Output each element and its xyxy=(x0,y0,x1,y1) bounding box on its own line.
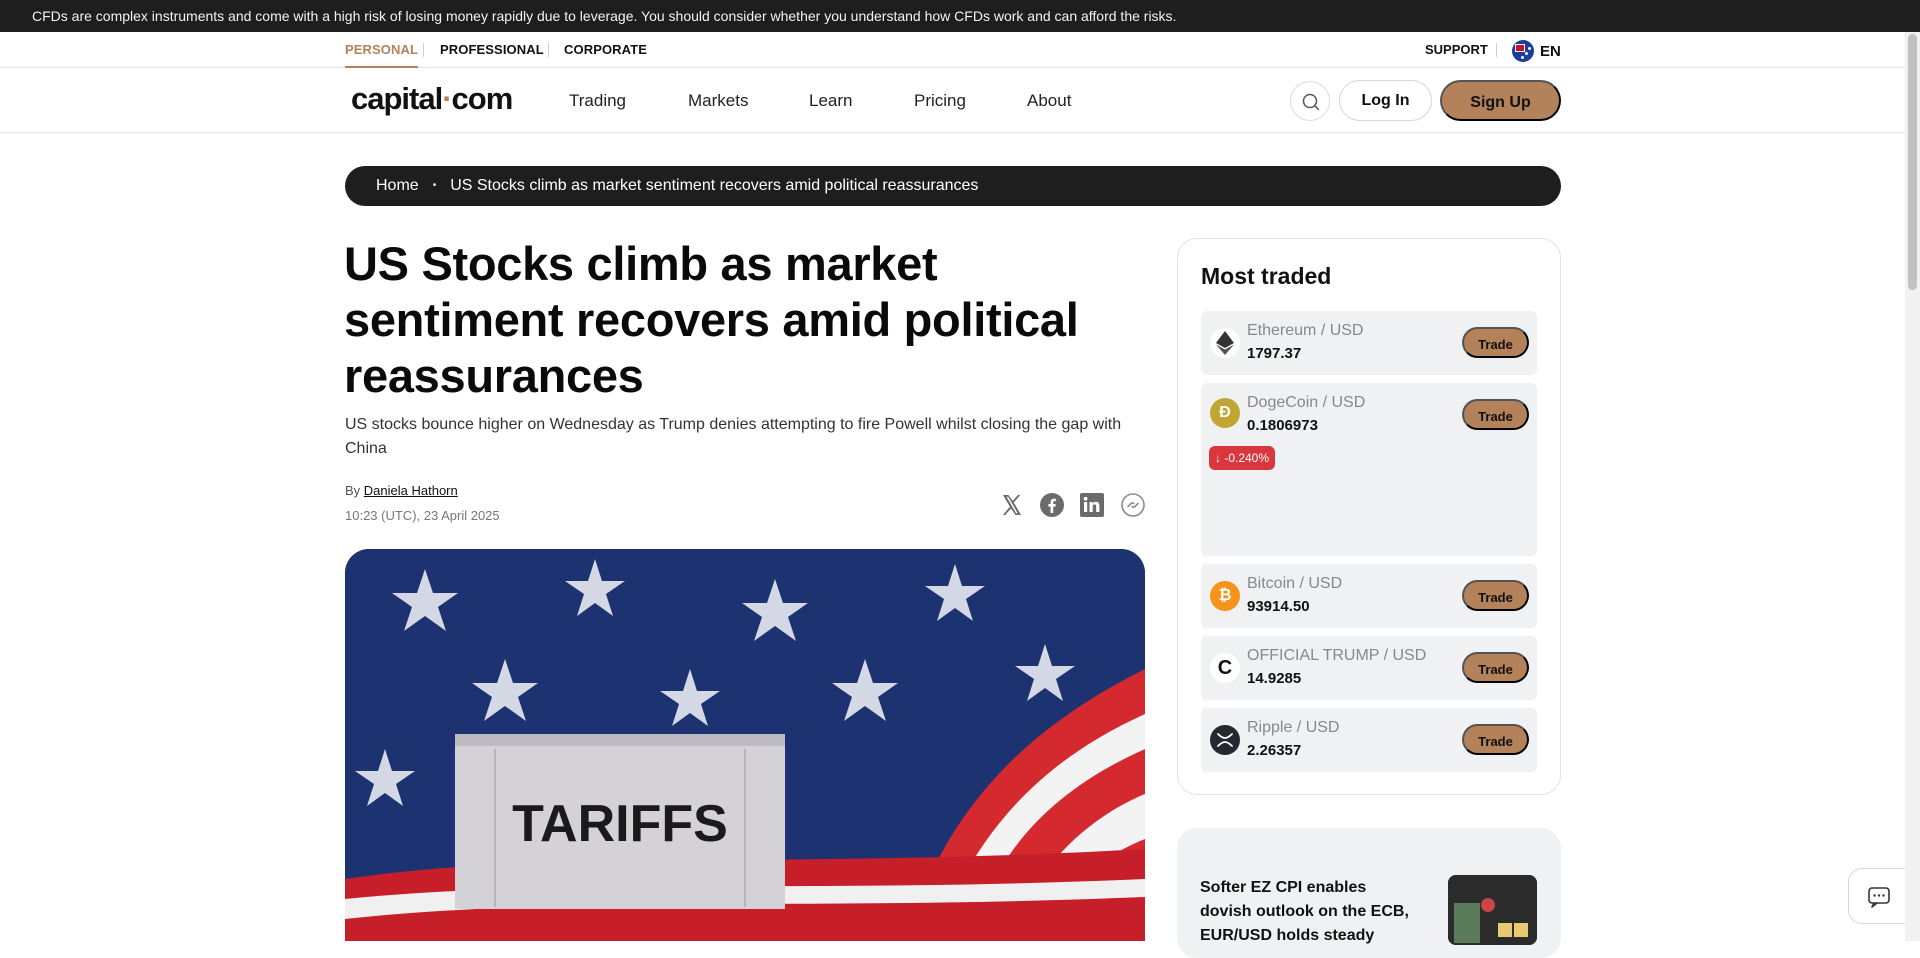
asset-price: 93914.50 xyxy=(1247,598,1310,615)
most-traded-title: Most traded xyxy=(1201,263,1332,289)
nav-pricing[interactable]: Pricing xyxy=(914,68,966,133)
asset-row-ripple[interactable]: Ripple / USD 2.26357 Trade xyxy=(1201,708,1537,772)
logo-dot: · xyxy=(442,81,452,116)
asset-name: OFFICIAL TRUMP / USD xyxy=(1247,647,1427,664)
breadcrumb-home[interactable]: Home xyxy=(376,166,419,206)
asset-name: DogeCoin / USD xyxy=(1247,394,1366,411)
asset-price: 2.26357 xyxy=(1247,742,1302,759)
linkedin-icon xyxy=(1080,493,1104,517)
article-title: US Stocks climb as market sentiment reco… xyxy=(344,237,1079,402)
article-byline: By Daniela Hathorn xyxy=(345,483,458,498)
logo-part2: com xyxy=(451,81,514,116)
asset-price: 0.1806973 xyxy=(1247,417,1318,434)
byline-prefix: By xyxy=(345,483,361,498)
share-link-button[interactable] xyxy=(1120,492,1146,518)
breadcrumb-separator: • xyxy=(432,180,437,191)
signup-button[interactable]: Sign Up xyxy=(1440,80,1561,121)
trade-button[interactable]: Trade xyxy=(1462,399,1529,430)
article-date: 10:23 (UTC), 23 April 2025 xyxy=(345,508,500,523)
most-traded-panel: Most traded Ethereum / USD 1797.37 Trade… xyxy=(1177,238,1561,795)
segment-corporate[interactable]: CORPORATE xyxy=(564,32,647,68)
page-scrollbar[interactable] xyxy=(1905,32,1920,941)
tariffs-flag-illustration: TARIFFS xyxy=(345,549,1145,941)
chat-icon xyxy=(1868,887,1890,908)
trade-button[interactable]: Trade xyxy=(1462,327,1529,358)
breadcrumb-current: US Stocks climb as market sentiment reco… xyxy=(450,177,979,194)
nav-trading[interactable]: Trading xyxy=(569,68,626,133)
scrollbar-thumb[interactable] xyxy=(1908,34,1917,290)
language-selector[interactable]: EN xyxy=(1512,40,1561,62)
nav-about[interactable]: About xyxy=(1027,68,1071,133)
trade-button[interactable]: Trade xyxy=(1462,580,1529,611)
hero-tariffs-text: TARIFFS xyxy=(512,795,728,853)
trade-button[interactable]: Trade xyxy=(1462,652,1529,683)
search-button[interactable] xyxy=(1290,81,1330,121)
x-icon xyxy=(1002,495,1021,515)
facebook-icon xyxy=(1040,493,1064,517)
asset-name: Ripple / USD xyxy=(1247,719,1340,736)
asset-row-ethereum[interactable]: Ethereum / USD 1797.37 Trade xyxy=(1201,311,1537,375)
article-subtitle: US stocks bounce higher on Wednesday as … xyxy=(345,416,1122,457)
trump-coin-icon: C xyxy=(1210,653,1240,683)
price-change-badge: ↓ -0.240% xyxy=(1209,446,1276,470)
ethereum-icon xyxy=(1210,328,1240,358)
capital-com-logo[interactable]: capital·com xyxy=(351,81,514,117)
nav-learn[interactable]: Learn xyxy=(809,68,852,133)
author-link[interactable]: Daniela Hathorn xyxy=(364,483,458,498)
logo-part1: capital xyxy=(351,81,443,116)
asset-name: Ethereum / USD xyxy=(1247,322,1364,339)
dogecoin-icon: Ð xyxy=(1210,398,1240,428)
segment-professional[interactable]: PROFESSIONAL xyxy=(440,32,544,68)
segment-personal[interactable]: PERSONAL xyxy=(345,32,419,68)
support-link[interactable]: SUPPORT xyxy=(1425,32,1488,68)
segment-divider xyxy=(548,43,549,57)
ripple-icon xyxy=(1210,725,1240,755)
asset-price: 1797.37 xyxy=(1247,345,1302,362)
asset-row-dogecoin[interactable]: Ð DogeCoin / USD 0.1806973 Trade ↓ -0.24… xyxy=(1201,383,1537,556)
share-linkedin-button[interactable] xyxy=(1079,492,1105,518)
chat-support-button[interactable] xyxy=(1848,868,1908,924)
main-navigation: capital·com Trading Markets Learn Pricin… xyxy=(0,68,1905,133)
risk-warning-text: CFDs are complex instruments and come wi… xyxy=(32,8,1177,24)
bitcoin-icon: ₿ xyxy=(1210,581,1240,611)
login-button[interactable]: Log In xyxy=(1339,80,1432,121)
article-hero-image: TARIFFS xyxy=(345,549,1145,941)
segment-divider xyxy=(423,43,424,57)
news-headline[interactable]: Softer EZ CPI enables dovish outlook on … xyxy=(1200,876,1410,948)
news-thumbnail xyxy=(1448,875,1537,945)
breadcrumb: Home • US Stocks climb as market sentime… xyxy=(345,166,1561,206)
search-icon xyxy=(1302,93,1320,111)
asset-price: 14.9285 xyxy=(1247,670,1302,687)
copy-link-icon xyxy=(1121,493,1145,517)
share-facebook-button[interactable] xyxy=(1039,492,1065,518)
segment-bar: PERSONAL PROFESSIONAL CORPORATE SUPPORT … xyxy=(0,32,1905,68)
asset-name: Bitcoin / USD xyxy=(1247,575,1343,592)
support-divider xyxy=(1496,43,1497,57)
asset-row-bitcoin[interactable]: ₿ Bitcoin / USD 93914.50 Trade xyxy=(1201,564,1537,628)
australia-flag-icon xyxy=(1512,40,1534,62)
share-x-button[interactable] xyxy=(999,492,1025,518)
nav-markets[interactable]: Markets xyxy=(688,68,748,133)
asset-row-official-trump[interactable]: C OFFICIAL TRUMP / USD 14.9285 Trade xyxy=(1201,636,1537,700)
trade-button[interactable]: Trade xyxy=(1462,724,1529,755)
risk-warning-bar: CFDs are complex instruments and come wi… xyxy=(0,0,1920,32)
related-news-card[interactable]: Softer EZ CPI enables dovish outlook on … xyxy=(1177,828,1561,958)
language-label: EN xyxy=(1540,42,1561,60)
